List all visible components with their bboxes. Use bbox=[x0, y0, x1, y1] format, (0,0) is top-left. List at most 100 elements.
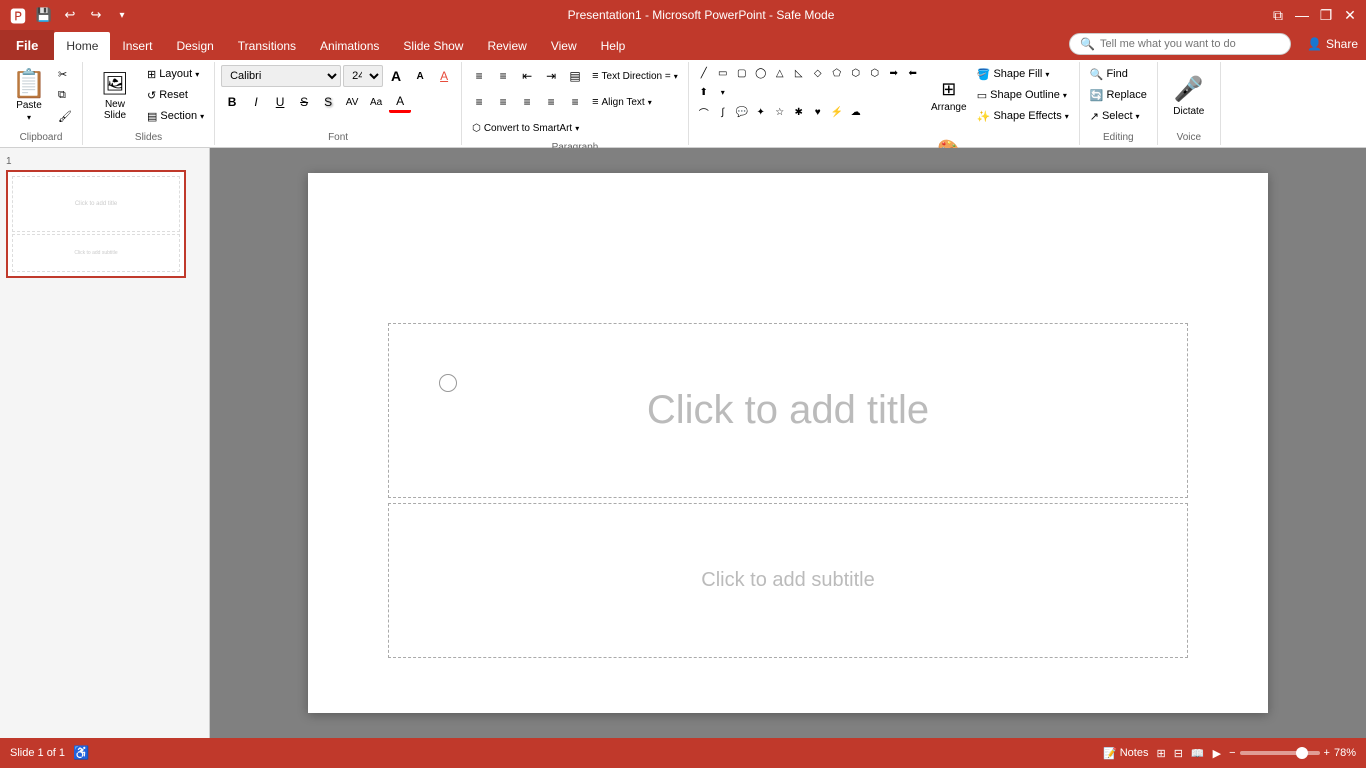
align-right-btn[interactable]: ≡ bbox=[516, 91, 538, 113]
strikethrough-button[interactable]: S bbox=[293, 91, 315, 113]
title-placeholder[interactable]: Click to add title bbox=[388, 323, 1188, 498]
tab-review[interactable]: Review bbox=[475, 32, 538, 60]
zoom-level[interactable]: 78% bbox=[1334, 747, 1356, 759]
shape-star6[interactable]: ✱ bbox=[790, 103, 808, 121]
zoom-slider[interactable] bbox=[1240, 751, 1320, 755]
italic-button[interactable]: I bbox=[245, 91, 267, 113]
shape-right-triangle[interactable]: ◺ bbox=[790, 64, 808, 82]
shape-lightning[interactable]: ⚡ bbox=[828, 103, 846, 121]
grow-font-btn[interactable]: A bbox=[385, 65, 407, 87]
zoom-out-btn[interactable]: − bbox=[1229, 747, 1235, 759]
tab-insert[interactable]: Insert bbox=[110, 32, 164, 60]
line-spacing-btn[interactable]: ≡ bbox=[564, 91, 586, 113]
arrange-button[interactable]: ⊞ Arrange bbox=[927, 64, 971, 128]
shape-hexagon[interactable]: ⬡ bbox=[847, 64, 865, 82]
change-case-btn[interactable]: Aa bbox=[365, 91, 387, 113]
underline-button[interactable]: U bbox=[269, 91, 291, 113]
dictate-button[interactable]: 🎤 Dictate bbox=[1164, 64, 1214, 128]
shape-cloud[interactable]: ☁ bbox=[847, 103, 865, 121]
increase-indent-btn[interactable]: ⇥ bbox=[540, 65, 562, 87]
bullets-btn[interactable]: ≡ bbox=[468, 65, 490, 87]
decrease-indent-btn[interactable]: ⇤ bbox=[516, 65, 538, 87]
cut-button[interactable]: ✂ ✂ bbox=[54, 64, 76, 84]
shape-rounded-rect[interactable]: ▢ bbox=[733, 64, 751, 82]
view-slide-sorter-btn[interactable]: ⊟ bbox=[1174, 747, 1183, 760]
font-size-selector[interactable]: 24 bbox=[343, 65, 383, 87]
tab-help[interactable]: Help bbox=[589, 32, 638, 60]
convert-smartart-btn[interactable]: ⬡ Convert to SmartArt ▾ bbox=[468, 118, 583, 138]
share-button[interactable]: 👤 Share bbox=[1299, 37, 1366, 51]
shape-callout[interactable]: 💬 bbox=[733, 103, 751, 121]
search-box[interactable]: 🔍 bbox=[1069, 33, 1291, 55]
shape-heart[interactable]: ♥ bbox=[809, 103, 827, 121]
new-slide-button[interactable]: 🖼 New Slide bbox=[89, 64, 141, 128]
zoom-in-btn[interactable]: + bbox=[1324, 747, 1330, 759]
tab-view[interactable]: View bbox=[539, 32, 589, 60]
justify-btn[interactable]: ≡ bbox=[540, 91, 562, 113]
shape-arrow-up[interactable]: ⬆ bbox=[695, 83, 713, 101]
shape-line[interactable]: ╱ bbox=[695, 64, 713, 82]
shape-pentagon[interactable]: ⬠ bbox=[828, 64, 846, 82]
shape-outline-btn[interactable]: ▭ Shape Outline ▾ bbox=[973, 85, 1073, 105]
tab-transitions[interactable]: Transitions bbox=[226, 32, 308, 60]
view-slideshow-btn[interactable]: ▶ bbox=[1213, 747, 1221, 760]
tab-home[interactable]: Home bbox=[54, 32, 110, 60]
shape-rect[interactable]: ▭ bbox=[714, 64, 732, 82]
shrink-font-btn[interactable]: A bbox=[409, 65, 431, 87]
redo-quick-btn[interactable]: ↪ bbox=[86, 5, 106, 25]
columns-btn[interactable]: ▤ bbox=[564, 65, 586, 87]
select-button[interactable]: ↗ Select ▾ bbox=[1086, 106, 1151, 126]
undo-quick-btn[interactable]: ↩ bbox=[60, 5, 80, 25]
slide-thumbnail[interactable]: Click to add title Click to add subtitle bbox=[6, 170, 186, 278]
clear-formatting-btn[interactable]: A bbox=[433, 65, 455, 87]
align-left-btn[interactable]: ≡ bbox=[468, 91, 490, 113]
shape-star4[interactable]: ✦ bbox=[752, 103, 770, 121]
char-spacing-btn[interactable]: AV bbox=[341, 91, 363, 113]
search-input[interactable] bbox=[1100, 38, 1280, 50]
customize-quick-btn[interactable]: ▾ bbox=[112, 5, 132, 25]
layout-button[interactable]: ⊞ Layout ▾ bbox=[143, 64, 208, 84]
section-button[interactable]: ▤ Section ▾ bbox=[143, 106, 208, 126]
align-center-btn[interactable]: ≡ bbox=[492, 91, 514, 113]
canvas-area[interactable]: Click to add title Click to add subtitle bbox=[210, 148, 1366, 738]
shape-more[interactable]: ▾ bbox=[714, 83, 732, 101]
close-btn[interactable]: ✕ bbox=[1342, 7, 1358, 23]
font-color-btn[interactable]: A bbox=[389, 91, 411, 113]
shape-effects-btn[interactable]: ✨ Shape Effects ▾ bbox=[973, 106, 1073, 126]
tab-animations[interactable]: Animations bbox=[308, 32, 391, 60]
shape-freeform[interactable]: ∫ bbox=[714, 103, 732, 121]
minimize-btn[interactable]: — bbox=[1294, 7, 1310, 23]
box-restore-btn[interactable]: ⧉ bbox=[1270, 7, 1286, 23]
tab-slideshow[interactable]: Slide Show bbox=[391, 32, 475, 60]
tab-design[interactable]: Design bbox=[164, 32, 225, 60]
shape-oval[interactable]: ◯ bbox=[752, 64, 770, 82]
save-quick-btn[interactable]: 💾 bbox=[34, 5, 54, 25]
shape-diamond[interactable]: ◇ bbox=[809, 64, 827, 82]
shape-octagon[interactable]: ⬡ bbox=[866, 64, 884, 82]
font-selector[interactable]: Calibri bbox=[221, 65, 341, 87]
shape-triangle[interactable]: △ bbox=[771, 64, 789, 82]
copy-button[interactable]: ⧉ bbox=[54, 85, 76, 105]
replace-button[interactable]: 🔄 Replace bbox=[1086, 85, 1151, 105]
numbering-btn[interactable]: ≡ bbox=[492, 65, 514, 87]
align-text-btn[interactable]: ≡ Align Text ▾ bbox=[588, 92, 656, 112]
shape-star5[interactable]: ☆ bbox=[771, 103, 789, 121]
shadow-button[interactable]: S bbox=[317, 91, 339, 113]
shape-fill-btn[interactable]: 🪣 Shape Fill ▾ bbox=[973, 64, 1073, 84]
paste-button[interactable]: 📋 Paste ▾ bbox=[6, 64, 52, 128]
tab-file[interactable]: File bbox=[0, 30, 54, 60]
shape-arrow-left[interactable]: ⬅ bbox=[904, 64, 922, 82]
subtitle-placeholder[interactable]: Click to add subtitle bbox=[388, 503, 1188, 658]
view-normal-btn[interactable]: ⊞ bbox=[1156, 747, 1165, 760]
restore-btn[interactable]: ❐ bbox=[1318, 7, 1334, 23]
view-reading-btn[interactable]: 📖 bbox=[1191, 747, 1205, 760]
text-direction-btn[interactable]: ≡ Text Direction = ▾ bbox=[588, 66, 682, 86]
accessibility-icon[interactable]: ♿ bbox=[73, 745, 89, 761]
find-button[interactable]: 🔍 Find bbox=[1086, 64, 1151, 84]
notes-button[interactable]: 📝 Notes bbox=[1103, 747, 1148, 760]
bold-button[interactable]: B bbox=[221, 91, 243, 113]
reset-button[interactable]: ↺ Reset bbox=[143, 85, 208, 105]
shape-curve[interactable]: ⌒ bbox=[695, 103, 713, 121]
shape-arrow-right[interactable]: ➡ bbox=[885, 64, 903, 82]
format-painter-button[interactable]: 🖌 bbox=[54, 106, 76, 126]
